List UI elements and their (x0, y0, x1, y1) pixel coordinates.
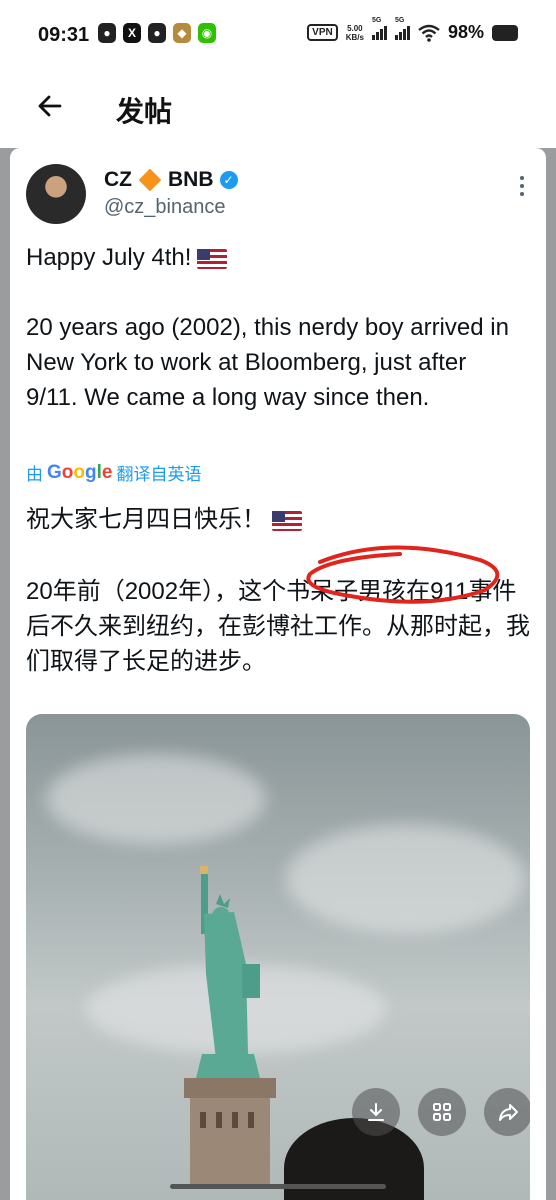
avatar[interactable] (26, 164, 86, 224)
sim1-label: 5G (371, 16, 382, 24)
download-icon (368, 1103, 384, 1121)
bnb-diamond-icon (138, 168, 162, 192)
game-icon: ◆ (173, 23, 191, 43)
tweet-body: 20 years ago (2002), this nerdy boy arri… (26, 314, 509, 411)
us-flag-icon (197, 248, 228, 269)
translated-line1-text: 祝大家七月四日快乐！ (26, 506, 266, 533)
net-speed: 5.00 KB/s (346, 24, 364, 42)
author-handle[interactable]: @cz_binance (104, 196, 225, 219)
author-name-suffix: BNB (168, 168, 214, 191)
vpn-badge: VPN (307, 24, 338, 41)
qq-icon: ● (98, 23, 116, 43)
signal-icon: 5G (371, 17, 387, 40)
wechat-icon: ◉ (198, 23, 216, 43)
wifi-icon (418, 24, 440, 42)
tweet-line1: Happy July 4th! (26, 240, 228, 275)
page-title: 发帖 (116, 96, 173, 127)
gallery-button[interactable] (418, 1088, 466, 1136)
notification-icons: ● X ● ◆ ◉ (98, 23, 216, 43)
tweet-card: CZ BNB ✓ @cz_binance Happy July 4th! 20 … (10, 148, 546, 1200)
status-bar: 09:31 ● X ● ◆ ◉ VPN 5.00 KB/s 5G 5G 98% (0, 0, 556, 70)
battery-icon (492, 24, 518, 41)
net-speed-value: 5.00 (347, 23, 363, 33)
red-circle-annotation (306, 545, 500, 604)
statue-of-liberty-image (184, 866, 276, 1184)
net-speed-unit: KB/s (345, 32, 364, 42)
x-icon: X (123, 23, 141, 43)
share-icon (499, 1104, 518, 1121)
google-logo: Google (47, 461, 113, 483)
sim2-label: 5G (394, 16, 405, 24)
translated-line1: 祝大家七月四日快乐！ (26, 502, 302, 537)
share-button[interactable] (484, 1088, 530, 1136)
translate-suffix: 翻译自英语 (116, 465, 202, 484)
download-button[interactable] (352, 1088, 400, 1136)
author-name[interactable]: CZ BNB ✓ (104, 168, 238, 192)
battery-percent: 98% (447, 22, 484, 42)
tweet-photo[interactable] (26, 714, 530, 1200)
author-name-text: CZ (104, 168, 132, 191)
grid-icon (433, 1103, 451, 1121)
signal-icon: 5G (394, 17, 410, 40)
tweet-line1-text: Happy July 4th! (26, 244, 192, 271)
home-indicator[interactable] (170, 1184, 386, 1189)
translation-attribution[interactable]: 由 Google 翻译自英语 (26, 460, 201, 485)
translate-prefix: 由 (26, 465, 43, 484)
top-app-bar: 发帖 (0, 70, 556, 148)
qq-icon: ● (148, 23, 166, 43)
us-flag-icon (272, 510, 302, 531)
clock: 09:31 (38, 24, 90, 46)
back-arrow-icon[interactable] (36, 92, 64, 120)
more-options-icon[interactable] (520, 176, 524, 196)
verified-badge-icon: ✓ (219, 171, 238, 189)
